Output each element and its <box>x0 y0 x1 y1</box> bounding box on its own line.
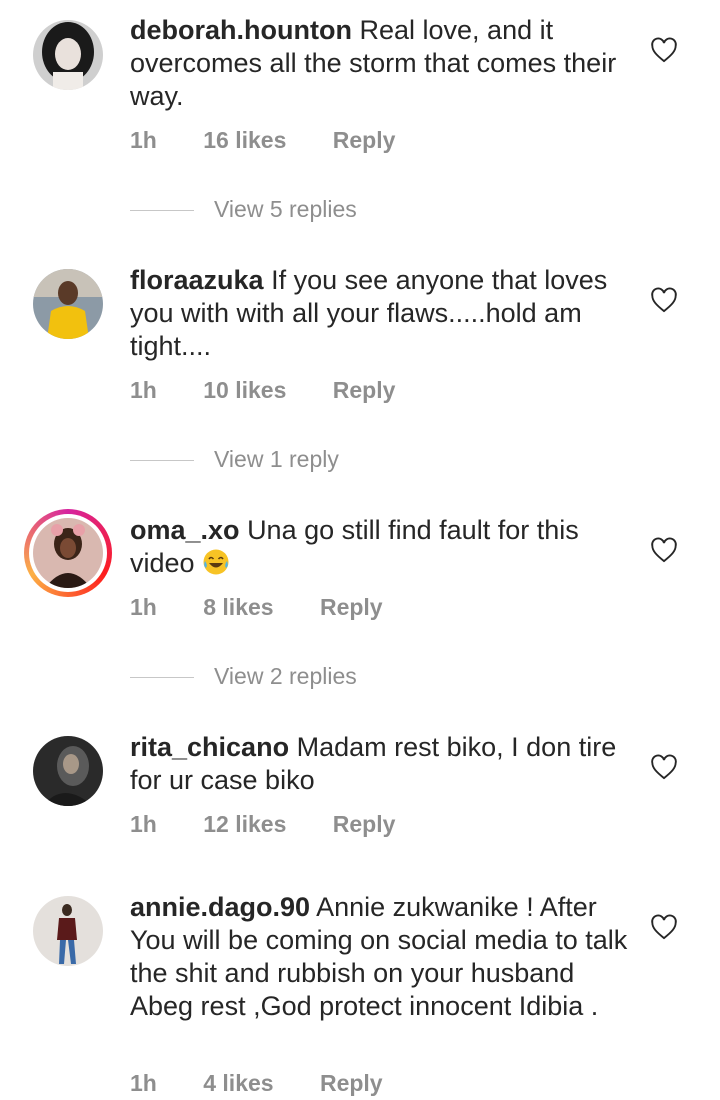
username-link[interactable]: deborah.hounton <box>130 15 352 45</box>
view-replies-button[interactable]: View 5 replies <box>130 196 357 223</box>
comment-meta: 1h 16 likes Reply <box>130 127 395 154</box>
comment-text: floraazuka If you see anyone that loves … <box>130 264 630 363</box>
timestamp: 1h <box>130 811 157 837</box>
likes-count[interactable]: 10 likes <box>203 377 286 404</box>
likes-count[interactable]: 12 likes <box>203 811 286 838</box>
view-replies-label: View 2 replies <box>214 663 357 689</box>
avatar[interactable] <box>33 269 103 339</box>
comment-meta: 1h 4 likes Reply <box>130 1070 383 1097</box>
timestamp: 1h <box>130 1070 157 1096</box>
reply-button[interactable]: Reply <box>320 594 383 621</box>
timestamp: 1h <box>130 127 157 153</box>
like-heart-icon[interactable] <box>650 37 678 63</box>
timestamp: 1h <box>130 377 157 403</box>
comment-meta: 1h 12 likes Reply <box>130 811 395 838</box>
avatar[interactable] <box>33 896 103 966</box>
avatar[interactable] <box>33 20 103 90</box>
likes-count[interactable]: 16 likes <box>203 127 286 154</box>
face-with-tears-of-joy-icon <box>202 548 230 576</box>
divider <box>130 460 194 462</box>
reply-button[interactable]: Reply <box>333 811 396 838</box>
like-heart-icon[interactable] <box>650 287 678 313</box>
likes-count[interactable]: 4 likes <box>203 1070 273 1097</box>
divider <box>130 210 194 212</box>
comment-meta: 1h 10 likes Reply <box>130 377 395 404</box>
like-heart-icon[interactable] <box>650 914 678 940</box>
comment-meta: 1h 8 likes Reply <box>130 594 383 621</box>
username-link[interactable]: oma_.xo <box>130 515 240 545</box>
like-heart-icon[interactable] <box>650 754 678 780</box>
divider <box>130 677 194 679</box>
username-link[interactable]: annie.dago.90 <box>130 892 310 922</box>
comment-text: deborah.hounton Real love, and it overco… <box>130 14 630 113</box>
reply-button[interactable]: Reply <box>333 377 396 404</box>
view-replies-button[interactable]: View 2 replies <box>130 663 357 690</box>
username-link[interactable]: floraazuka <box>130 265 264 295</box>
likes-count[interactable]: 8 likes <box>203 594 273 621</box>
view-replies-button[interactable]: View 1 reply <box>130 446 339 473</box>
like-heart-icon[interactable] <box>650 537 678 563</box>
reply-button[interactable]: Reply <box>320 1070 383 1097</box>
username-link[interactable]: rita_chicano <box>130 732 289 762</box>
view-replies-label: View 1 reply <box>214 446 339 472</box>
timestamp: 1h <box>130 594 157 620</box>
comment-text: rita_chicano Madam rest biko, I don tire… <box>130 731 630 797</box>
comment-text: oma_.xo Una go still find fault for this… <box>130 514 630 580</box>
avatar[interactable] <box>33 736 103 806</box>
story-ring[interactable] <box>24 509 112 597</box>
comment-text: annie.dago.90 Annie zukwanike ! After Yo… <box>130 891 630 1023</box>
view-replies-label: View 5 replies <box>214 196 357 222</box>
reply-button[interactable]: Reply <box>333 127 396 154</box>
avatar <box>33 518 103 588</box>
